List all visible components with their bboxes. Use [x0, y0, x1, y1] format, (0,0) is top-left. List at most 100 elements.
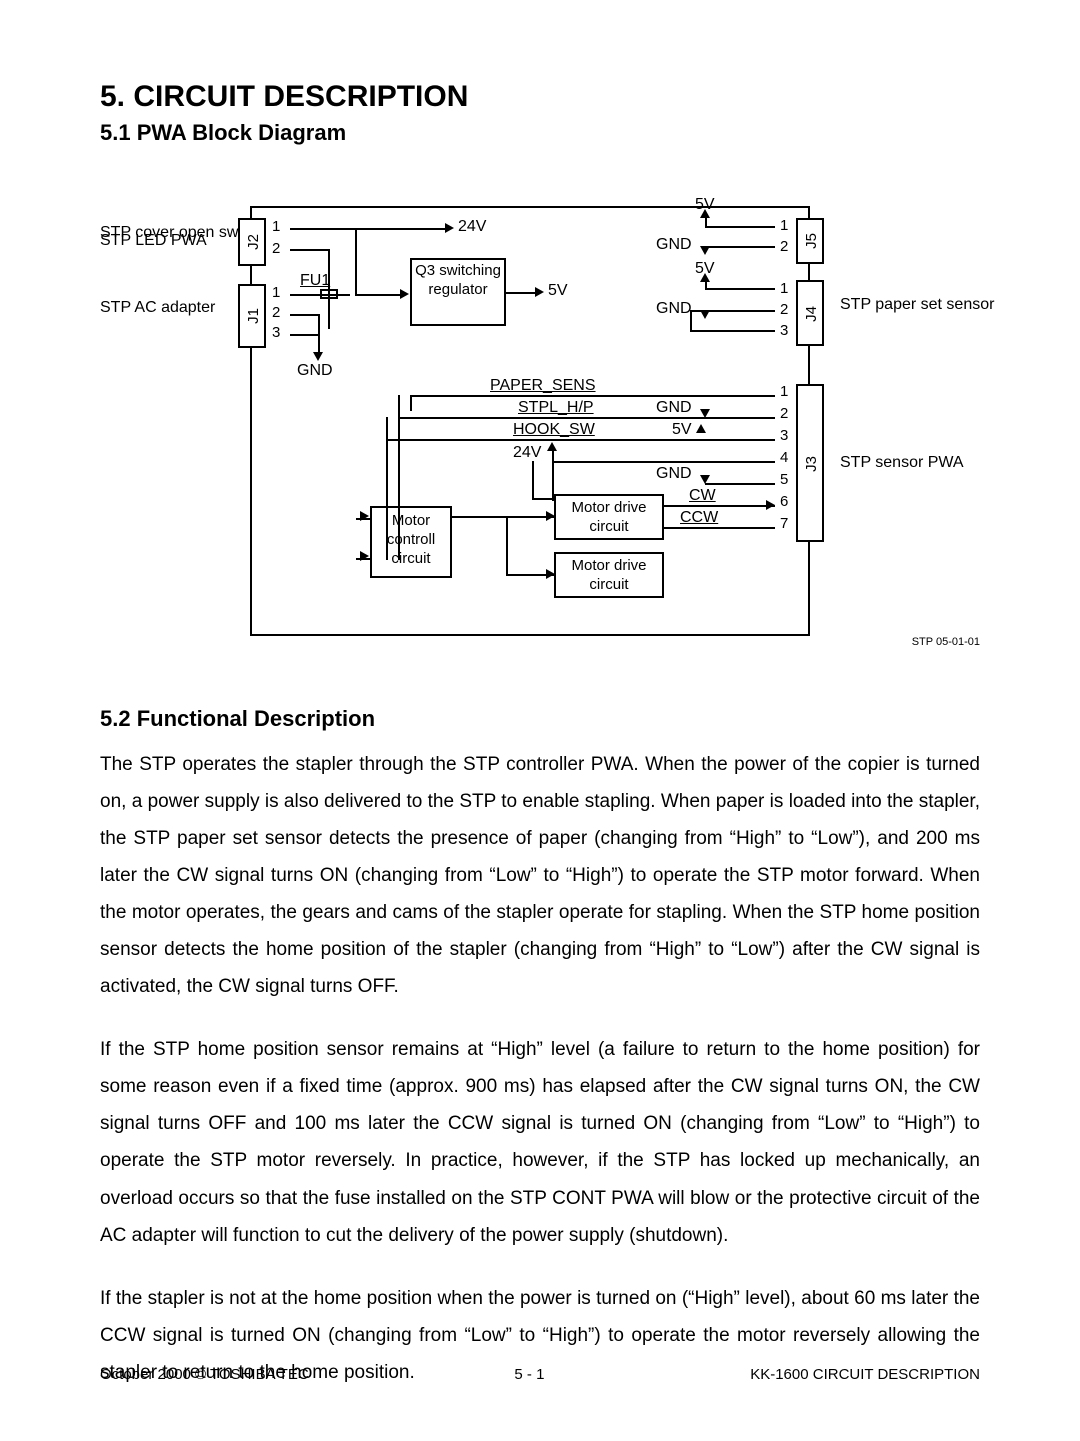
page-footer: October 2000 © TOSHIBA TEC 5 - 1 KK-1600… — [100, 1366, 980, 1383]
wire-j5-2 — [705, 246, 775, 248]
pin-j3-6: 6 — [780, 493, 788, 510]
footer-right: KK-1600 CIRCUIT DESCRIPTION — [750, 1366, 980, 1383]
wire-j3-5 — [705, 483, 775, 485]
wire-24v-to-drv — [532, 461, 534, 499]
label-24v-b: 24V — [513, 444, 541, 462]
footer-center: 5 - 1 — [514, 1366, 544, 1383]
label-gnd-j3b: GND — [656, 465, 692, 483]
arrowhead-icon — [700, 209, 710, 218]
wire-cw — [664, 505, 775, 507]
arrowhead-icon — [700, 246, 710, 255]
connector-j1: J1 — [238, 284, 266, 348]
section-title: 5. CIRCUIT DESCRIPTION — [100, 80, 980, 114]
arrowhead-icon — [546, 511, 555, 521]
bus-v2 — [386, 417, 388, 560]
pin-j1-1: 1 — [272, 284, 280, 301]
bus-v0 — [410, 395, 412, 411]
wire-j2-2v — [328, 249, 330, 329]
label-gnd-j4: GND — [656, 300, 692, 318]
pin-j5-2: 2 — [780, 238, 788, 255]
label-ac-adapter: STP AC adapter — [100, 299, 215, 317]
connector-j2: J2 — [238, 218, 266, 266]
wire-j4-1 — [705, 288, 775, 290]
footer-left: October 2000 © TOSHIBA TEC — [100, 1366, 309, 1383]
wire-j5-1 — [705, 226, 775, 228]
wire-24v-to-drv-h — [532, 498, 554, 500]
wire-24v-b — [554, 461, 775, 463]
wire-j4-3 — [690, 330, 775, 332]
arrowhead-icon — [535, 287, 544, 297]
arrowhead-icon — [547, 442, 557, 451]
block-diagram: STP cover open switch STP AC adapter STP… — [100, 176, 980, 666]
connector-j5-label: J5 — [803, 233, 820, 249]
label-hook-sw: HOOK_SW — [513, 421, 595, 439]
label-24v-a: 24V — [458, 218, 486, 236]
connector-j4-label: J4 — [803, 306, 820, 322]
block-motor-drv1: Motor drive circuit — [554, 494, 664, 540]
connector-j5: J5 — [796, 218, 824, 264]
figure-reference: STP 05-01-01 — [912, 636, 980, 648]
wire-to-q3 — [355, 294, 405, 296]
arrowhead-icon — [700, 409, 710, 418]
pin-j3-1: 1 — [780, 383, 788, 400]
block-q3-label: Q3 switching regulator — [415, 262, 501, 298]
label-sensor-pwa: STP sensor PWA — [840, 454, 964, 472]
bus-v1 — [398, 395, 400, 560]
wire-5v-out — [506, 292, 538, 294]
pin-j3-3: 3 — [780, 427, 788, 444]
arrowhead-icon — [546, 569, 555, 579]
block-q3: Q3 switching regulator — [410, 258, 506, 326]
label-5v-j3: 5V — [672, 421, 692, 439]
label-cw: CW — [689, 487, 716, 505]
label-paper-sens: PAPER_SENS — [490, 377, 596, 395]
label-gnd-j5: GND — [656, 236, 692, 254]
label-stpl-hp: STPL_H/P — [518, 399, 594, 417]
arrowhead-icon — [313, 352, 323, 361]
arrowhead-icon — [696, 424, 706, 433]
wire-j4-3v — [690, 310, 692, 332]
wire-ctrl-drv1 — [452, 516, 554, 518]
wire-hook-sw — [386, 439, 775, 441]
pin-j3-7: 7 — [780, 515, 788, 532]
pin-j4-2: 2 — [780, 301, 788, 318]
wire-gnd-j1c — [290, 314, 320, 316]
arrowhead-icon — [445, 223, 454, 233]
arrowhead-icon — [700, 475, 710, 484]
arrowhead-icon — [700, 310, 710, 319]
wire-stpl-hp — [398, 417, 775, 419]
label-gnd-j3a: GND — [656, 399, 692, 417]
connector-j3: J3 — [796, 384, 824, 542]
label-5v-q3: 5V — [548, 282, 568, 300]
connector-j3-label: J3 — [803, 456, 820, 472]
pin-j4-3: 3 — [780, 322, 788, 339]
block-motor-ctrl-label: Motor controll circuit — [387, 512, 435, 567]
pin-j3-2: 2 — [780, 405, 788, 422]
connector-j4: J4 — [796, 280, 824, 346]
wire-gnd-j1b — [318, 314, 320, 354]
wire-paper-sens — [410, 395, 775, 397]
in-motor2 — [356, 558, 370, 560]
wire-ctrl-v — [506, 516, 508, 574]
connector-j2-label: J2 — [245, 234, 262, 250]
pin-j1-3: 3 — [272, 324, 280, 341]
block-motor-drv2: Motor drive circuit — [554, 552, 664, 598]
label-ccw: CCW — [680, 509, 718, 527]
pin-j4-1: 1 — [780, 280, 788, 297]
subsection-52-title: 5.2 Functional Description — [100, 706, 980, 732]
paragraph-1: The STP operates the stapler through the… — [100, 746, 980, 1005]
connector-j1-label: J1 — [245, 308, 262, 324]
label-paper-set: STP paper set sensor — [840, 296, 980, 314]
pin-j2-2: 2 — [272, 240, 280, 257]
wire-j2-2 — [290, 249, 330, 251]
subsection-51-title: 5.1 PWA Block Diagram — [100, 120, 980, 146]
label-gnd-left: GND — [297, 362, 333, 380]
paragraph-2: If the STP home position sensor remains … — [100, 1031, 980, 1253]
pin-j2-1: 1 — [272, 218, 280, 235]
wire-gnd-j1a — [290, 334, 320, 336]
pin-j1-2: 2 — [272, 304, 280, 321]
block-motor-drv2-label: Motor drive circuit — [571, 557, 646, 593]
pin-j5-1: 1 — [780, 217, 788, 234]
wire-ccw — [664, 527, 775, 529]
label-fu1: FU1 — [300, 272, 330, 290]
pin-j3-5: 5 — [780, 471, 788, 488]
